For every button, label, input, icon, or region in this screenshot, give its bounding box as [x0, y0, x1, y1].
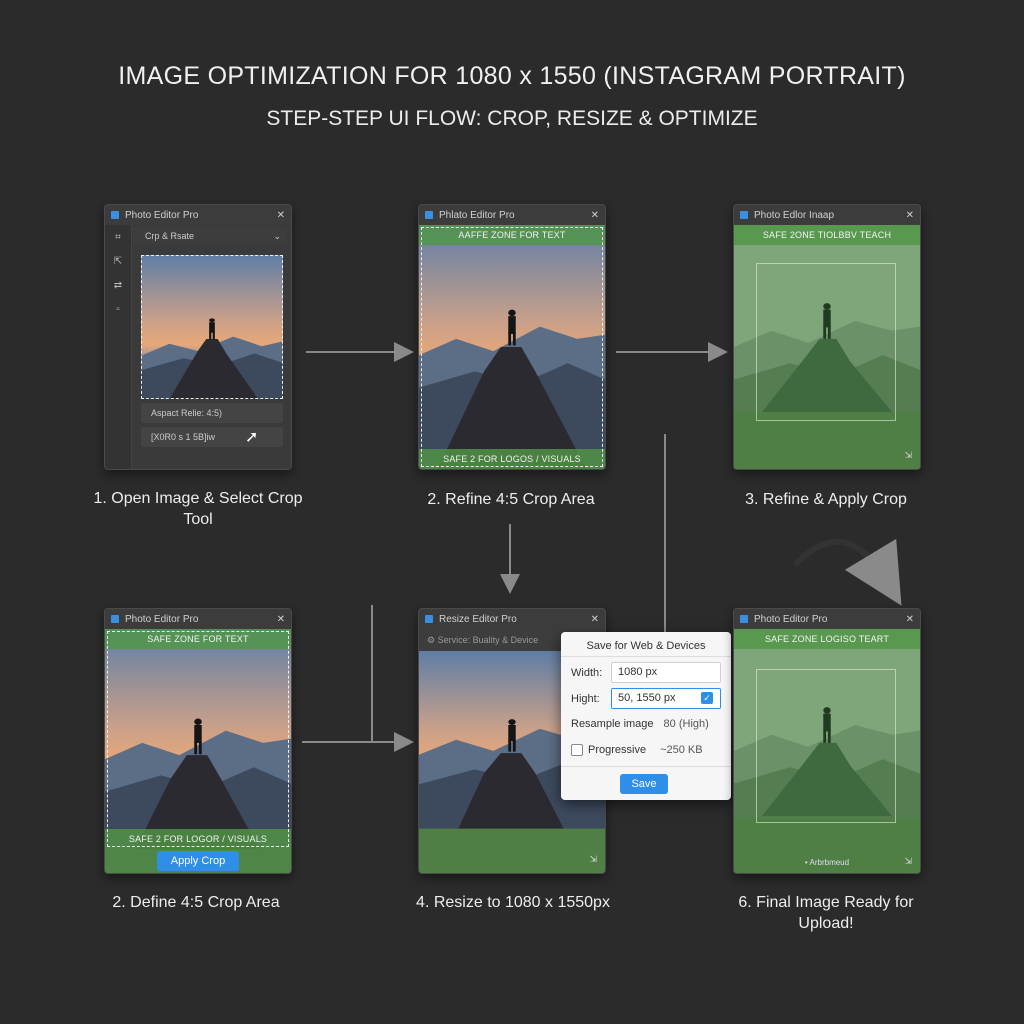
- close-icon[interactable]: ✕: [591, 210, 599, 221]
- step-caption-1: 1. Open Image & Select Crop Tool: [93, 490, 303, 528]
- chevron-down-icon: ⌄: [273, 231, 281, 241]
- close-icon[interactable]: ✕: [906, 210, 914, 221]
- height-value: 50, 1550 px: [618, 692, 676, 704]
- titlebar: Photo Editor Pro ✕: [734, 609, 920, 629]
- tool-sidebar: ⌗ ⇱ ⇄ ▫: [105, 225, 132, 469]
- width-label: Width:: [571, 666, 603, 679]
- step-caption-2: 2. Refine 4:5 Crop Area: [427, 491, 595, 508]
- height-label: Hight:: [571, 692, 600, 705]
- menu-label: Crp & Rsate: [145, 231, 195, 241]
- app-icon: [425, 615, 433, 623]
- app-icon: [740, 211, 748, 219]
- step-caption-4: 2. Define 4:5 Crop Area: [112, 894, 280, 911]
- app-icon: [111, 615, 119, 623]
- app-icon: [740, 615, 748, 623]
- resize-handle-icon[interactable]: ⇲: [904, 856, 912, 867]
- step-caption-6: 6. Final Image Ready for Upload!: [738, 894, 914, 932]
- save-button[interactable]: Save: [620, 774, 668, 794]
- resample-value[interactable]: 80 (High): [664, 718, 709, 730]
- titlebar: Photo Editor Pro ✕: [105, 205, 291, 225]
- menu-label: Service: Buality & Device: [437, 635, 539, 645]
- width-input[interactable]: 1080 px: [611, 662, 721, 683]
- titlebar: Photo Editor Pro ✕: [105, 609, 291, 629]
- titlebar: Phlato Editor Pro ✕: [419, 205, 605, 225]
- file-size-estimate: ~250 KB: [660, 744, 703, 756]
- width-row: Width: 1080 px: [571, 662, 721, 683]
- resize-handle-icon[interactable]: ⇲: [904, 450, 912, 461]
- resample-row: Resample image 80 (High): [571, 718, 721, 730]
- photo-canvas: SAFE ZONE FOR TEXT SAFE 2 FOR LOGOR / VI…: [105, 629, 291, 873]
- apply-crop-button[interactable]: Apply Crop: [157, 851, 239, 871]
- crop-frame[interactable]: [107, 631, 289, 847]
- window-title: Photo Editor Pro: [125, 209, 199, 221]
- photo-canvas: SAFE ZONE LOGISO TEART • Arbrbmeud ⇲: [734, 629, 920, 873]
- photo-preview: [141, 255, 283, 399]
- panel-refine-crop: Phlato Editor Pro ✕ AAFFE ZONE FOR TEXT …: [418, 204, 606, 470]
- select-tool-icon[interactable]: ⇱: [112, 256, 124, 267]
- app-icon: [111, 211, 119, 219]
- footer-text: • Arbrbmeud: [804, 858, 850, 867]
- crop-rotate-menu[interactable]: Crp & Rsate ⌄: [133, 227, 287, 245]
- size-field[interactable]: [X0R0 s 1 5B]iw: [141, 427, 283, 447]
- height-input[interactable]: 50, 1550 px ✓: [611, 688, 721, 709]
- aspect-ratio-field[interactable]: Aspact Relie: 4:5): [141, 403, 283, 423]
- resample-label: Resample image: [571, 718, 654, 730]
- close-icon[interactable]: ✕: [277, 210, 285, 221]
- save-for-web-dialog: Save for Web & Devices Width: 1080 px Hi…: [561, 632, 731, 800]
- panel-open-image: Photo Editor Pro ✕ ⌗ ⇱ ⇄ ▫ Crp & Rsate ⌄…: [104, 204, 292, 470]
- dialog-title: Save for Web & Devices: [586, 640, 706, 652]
- frame-tool-icon[interactable]: ▫: [112, 304, 124, 315]
- close-icon[interactable]: ✕: [906, 614, 914, 625]
- crop-area[interactable]: [756, 669, 896, 823]
- window-title: Photo Editor Pro: [754, 613, 828, 625]
- titlebar: Resize Editor Pro ✕: [419, 609, 605, 629]
- progressive-row: Progressive ~250 KB: [571, 744, 721, 756]
- step-caption-5: 4. Resize to 1080 x 1550px: [416, 894, 610, 911]
- window-title: Photo Edlor Inaap: [754, 209, 835, 221]
- height-checkbox-icon[interactable]: ✓: [701, 692, 713, 704]
- progressive-label: Progressive: [588, 744, 647, 756]
- panel-define-crop: Photo Editor Pro ✕ SAFE ZONE FOR TEXT SA…: [104, 608, 292, 874]
- panel-apply-crop: Photo Edlor Inaap ✕ SAFE 2ONE TIOLBBV TE…: [733, 204, 921, 470]
- crop-area[interactable]: [756, 263, 896, 421]
- close-icon[interactable]: ✕: [277, 614, 285, 625]
- window-title: Phlato Editor Pro: [439, 209, 515, 221]
- safe-zone-top: SAFE ZONE LOGISO TEART: [734, 629, 920, 649]
- dialog-divider-bottom: [561, 766, 731, 767]
- photo-canvas: AAFFE ZONE FOR TEXT SAFE 2 FOR LOGOS / V…: [419, 225, 605, 469]
- close-icon[interactable]: ✕: [591, 614, 599, 625]
- crop-frame[interactable]: [421, 227, 603, 467]
- resize-handle-icon[interactable]: ⇲: [589, 854, 597, 865]
- window-title: Resize Editor Pro: [439, 613, 517, 625]
- curved-arrow-icon: [792, 538, 902, 606]
- crop-frame[interactable]: [141, 255, 283, 399]
- titlebar: Photo Edlor Inaap ✕: [734, 205, 920, 225]
- dialog-divider: [561, 656, 731, 657]
- safe-zone-top: SAFE 2ONE TIOLBBV TEACH: [734, 225, 920, 245]
- crop-tool-icon[interactable]: ⌗: [112, 232, 124, 243]
- step-caption-3: 3. Refine & Apply Crop: [745, 491, 907, 508]
- mouse-cursor-icon: ➚: [245, 429, 259, 446]
- panel-final-image: Photo Editor Pro ✕ SAFE ZONE LOGISO TEAR…: [733, 608, 921, 874]
- window-title: Photo Editor Pro: [125, 613, 199, 625]
- progressive-checkbox[interactable]: [571, 744, 583, 756]
- app-icon: [425, 211, 433, 219]
- gear-icon: ⚙: [427, 635, 438, 645]
- transform-tool-icon[interactable]: ⇄: [112, 280, 124, 291]
- height-row: Hight: 50, 1550 px ✓: [571, 688, 721, 709]
- photo-canvas: SAFE 2ONE TIOLBBV TEACH ⇲: [734, 225, 920, 469]
